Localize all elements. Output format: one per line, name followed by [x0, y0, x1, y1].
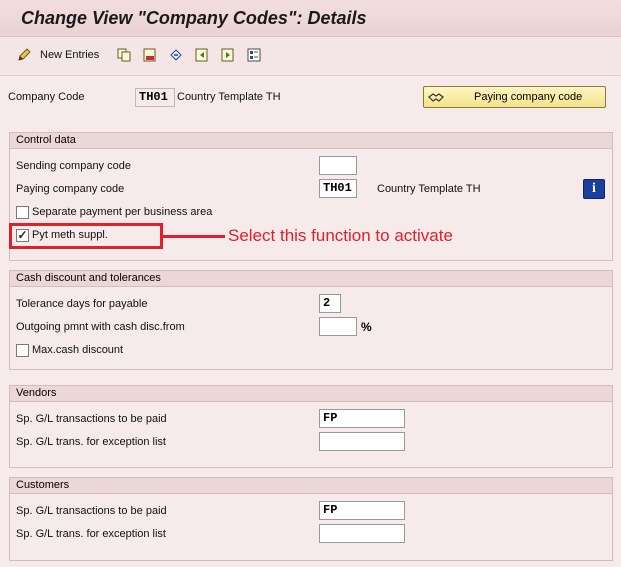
paying-company-name-text: Country Template TH	[377, 183, 481, 195]
outgoing-pmnt-label: Outgoing pmnt with cash disc.from	[16, 321, 185, 333]
separate-payment-checkbox[interactable]	[16, 206, 29, 219]
handshake-icon	[428, 89, 444, 105]
copy-icon	[116, 47, 132, 63]
new-entries-label: New Entries	[40, 49, 100, 61]
new-entries-button[interactable]: New Entries	[16, 46, 99, 64]
percent-unit: %	[361, 320, 372, 334]
vendors-group: Vendors	[9, 385, 613, 468]
customers-title: Customers	[10, 478, 612, 494]
vendors-sp-gl-paid-input[interactable]: FP	[319, 409, 405, 428]
company-code-label: Company Code	[8, 91, 85, 103]
tolerance-days-label: Tolerance days for payable	[16, 298, 148, 310]
highlight-box	[9, 223, 163, 249]
customers-sp-gl-exception-input[interactable]	[319, 524, 405, 543]
max-cash-discount-label: Max.cash discount	[32, 344, 124, 356]
info-button[interactable]: i	[583, 179, 605, 199]
delete-button[interactable]	[142, 46, 158, 64]
next-entry-icon	[220, 47, 236, 63]
paying-company-code-label: Paying company code	[16, 183, 125, 195]
undo-button[interactable]	[168, 46, 184, 64]
vendors-sp-gl-exception-label: Sp. G/L trans. for exception list	[16, 436, 166, 448]
customers-sp-gl-exception-label: Sp. G/L trans. for exception list	[16, 528, 166, 540]
tolerance-days-input[interactable]: 2	[319, 294, 341, 313]
info-icon: i	[592, 181, 596, 196]
cash-discount-title: Cash discount and tolerances	[10, 271, 612, 287]
select-all-button[interactable]	[246, 46, 262, 64]
next-entry-button[interactable]	[220, 46, 236, 64]
previous-entry-icon	[194, 47, 210, 63]
customers-sp-gl-paid-input[interactable]: FP	[319, 501, 405, 520]
annotation-text: Select this function to activate	[228, 226, 453, 245]
delete-icon	[142, 47, 158, 63]
undo-icon	[168, 47, 184, 63]
previous-entry-button[interactable]	[194, 46, 210, 64]
paying-company-code-button-label: Paying company code	[474, 91, 583, 103]
application-toolbar: New Entries	[0, 37, 621, 76]
vendors-sp-gl-exception-input[interactable]	[319, 432, 405, 451]
customers-group: Customers	[9, 477, 613, 561]
outgoing-pmnt-input[interactable]	[319, 317, 357, 336]
page-title: Change View "Company Codes": Details	[21, 8, 367, 28]
customers-sp-gl-paid-label: Sp. G/L transactions to be paid	[16, 505, 167, 517]
sending-company-code-label: Sending company code	[16, 160, 131, 172]
control-data-title: Control data	[10, 133, 612, 149]
annotation-connector-line	[163, 235, 225, 238]
pencil-icon	[16, 47, 32, 63]
title-bar: Change View "Company Codes": Details	[0, 0, 621, 37]
max-cash-discount-checkbox[interactable]	[16, 344, 29, 357]
company-name-text: Country Template TH	[177, 91, 281, 103]
company-code-field: TH01	[135, 88, 175, 107]
copy-button[interactable]	[116, 46, 132, 64]
paying-company-code-input[interactable]: TH01	[319, 179, 357, 198]
sending-company-code-input[interactable]	[319, 156, 357, 175]
paying-company-code-button[interactable]: Paying company code	[423, 86, 606, 108]
select-all-icon	[246, 47, 262, 63]
vendors-title: Vendors	[10, 386, 612, 402]
separate-payment-label: Separate payment per business area	[32, 206, 213, 218]
vendors-sp-gl-paid-label: Sp. G/L transactions to be paid	[16, 413, 167, 425]
